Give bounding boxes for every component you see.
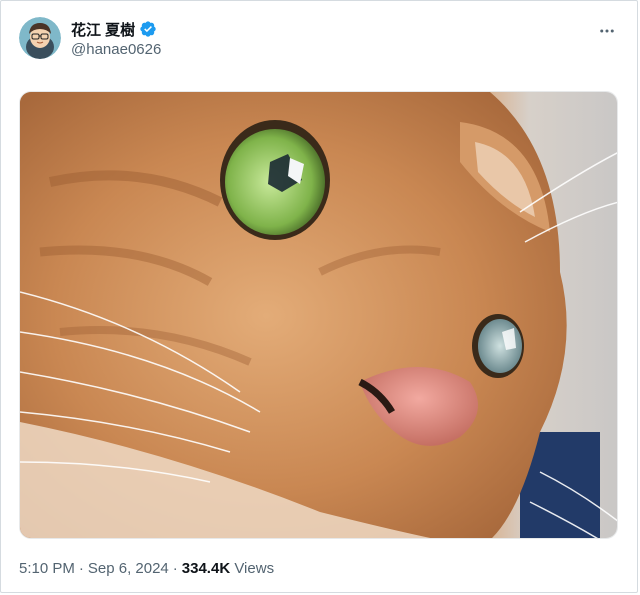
tweet-card: 花江 夏樹 @hanae0626 5:10 PM · Sep 6, 2024 ·…: [0, 0, 638, 593]
tweet-meta: 5:10 PM · Sep 6, 2024 · 334.4K Views: [19, 560, 274, 577]
meta-separator: ·: [78, 560, 84, 577]
display-name[interactable]: 花江 夏樹: [71, 19, 135, 40]
tweet-time[interactable]: 5:10 PM: [19, 560, 75, 577]
tweet-header: 花江 夏樹 @hanae0626: [19, 17, 619, 65]
author-names: 花江 夏樹 @hanae0626: [71, 19, 161, 58]
display-name-row: 花江 夏樹: [71, 19, 161, 39]
tweet-media-image[interactable]: [19, 91, 618, 539]
more-options-button[interactable]: [595, 19, 619, 43]
views-count: 334.4K: [181, 560, 231, 577]
cat-photo-icon: [20, 92, 617, 538]
verified-badge-icon[interactable]: [139, 20, 157, 38]
meta-separator: ·: [172, 560, 178, 577]
avatar[interactable]: [19, 17, 61, 59]
tweet-date[interactable]: Sep 6, 2024: [88, 560, 169, 577]
handle[interactable]: @hanae0626: [71, 41, 161, 58]
more-horizontal-icon: [600, 29, 614, 33]
views-label: Views: [234, 560, 275, 577]
user-avatar-icon: [19, 17, 61, 59]
